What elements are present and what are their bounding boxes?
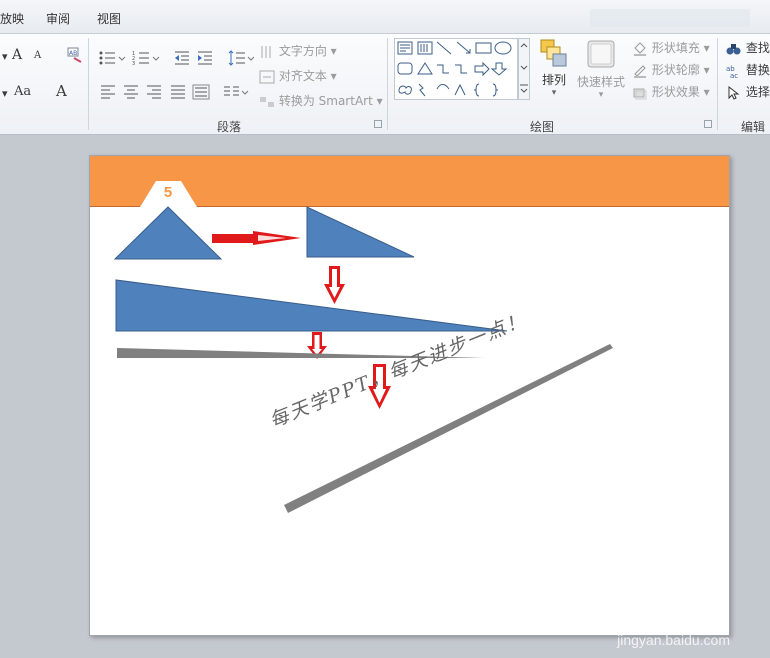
increase-indent-icon[interactable] <box>197 50 213 69</box>
flat-triangle-shape[interactable] <box>115 279 508 332</box>
drawing-dialog-launcher[interactable] <box>704 120 712 128</box>
justify-icon[interactable] <box>170 85 186 102</box>
shapes-gallery-scroll[interactable] <box>518 38 530 100</box>
tab-slideshow[interactable]: 放映 <box>0 10 24 27</box>
select-label: 选择 <box>745 85 770 99</box>
quick-styles-button[interactable]: 快速样式 ▾ <box>573 38 629 100</box>
group-separator <box>88 38 89 130</box>
rotated-gray-bar-shape[interactable] <box>284 344 613 513</box>
find-label: 查找 <box>745 41 770 55</box>
change-case-button[interactable]: Aa <box>14 84 31 99</box>
text-direction-label: 文字方向 <box>278 44 327 58</box>
select-button[interactable]: 选择 <box>726 83 770 100</box>
convert-smartart-label: 转换为 SmartArt <box>278 94 373 108</box>
paragraph-dialog-launcher[interactable] <box>374 120 382 128</box>
drawing-group-label: 绘图 <box>530 120 555 134</box>
shape-fill-label: 形状填充 <box>651 41 700 55</box>
shape-effects-icon <box>633 88 647 99</box>
ribbon: ▾ A A AB ▾ Aa A 123 文字方向 ▾ 对齐文本 ▾ 转换为 Sm… <box>0 34 770 135</box>
align-text-label: 对齐文本 <box>278 69 327 83</box>
cursor-icon <box>728 85 740 100</box>
shape-effects-button[interactable]: 形状效果 ▾ <box>632 83 710 100</box>
svg-text:3: 3 <box>132 61 135 66</box>
title-bar-region <box>590 9 750 27</box>
arrange-button[interactable]: 排列 ▾ <box>537 38 571 98</box>
grow-font-button[interactable]: A <box>12 47 22 63</box>
shapes-gallery[interactable] <box>394 38 518 100</box>
align-left-icon[interactable] <box>100 85 116 102</box>
align-right-icon[interactable] <box>146 85 162 102</box>
down-arrow-icon[interactable] <box>324 266 345 304</box>
group-separator <box>387 38 388 130</box>
paragraph-group-label: 段落 <box>217 120 242 134</box>
svg-text:AB: AB <box>69 50 77 57</box>
replace-icon: abac <box>726 65 738 78</box>
line-spacing-icon[interactable] <box>228 50 255 69</box>
text-direction-button[interactable]: 文字方向 ▾ <box>259 42 337 59</box>
replace-button[interactable]: ab ac 替换 <box>726 61 770 78</box>
bullets-icon[interactable] <box>98 50 126 69</box>
dropdown-arrow-icon[interactable]: ▾ <box>2 87 8 100</box>
arrange-label: 排列 <box>541 73 566 87</box>
arrange-icon <box>540 39 567 67</box>
quick-styles-icon <box>587 40 615 68</box>
paint-bucket-icon <box>634 41 646 56</box>
distributed-icon[interactable] <box>192 84 210 103</box>
convert-smartart-button[interactable]: 转换为 SmartArt ▾ <box>259 92 383 109</box>
svg-text:ac: ac <box>730 72 738 78</box>
columns-icon[interactable] <box>223 85 249 102</box>
isosceles-triangle-shape[interactable] <box>113 206 223 260</box>
font-color-button[interactable]: A <box>56 82 67 100</box>
dropdown-arrow-icon[interactable]: ▾ <box>2 50 8 63</box>
ribbon-tab-bar: 放映 审阅 视图 <box>0 0 770 34</box>
slide-shapes <box>113 181 613 513</box>
right-arrow-icon[interactable] <box>212 231 301 245</box>
binoculars-icon <box>726 43 741 54</box>
slide-canvas[interactable]: 5 每天学PPT，每天进步一点！ <box>89 155 730 636</box>
shape-outline-button[interactable]: 形状轮廓 ▾ <box>632 61 710 78</box>
shape-effects-label: 形状效果 <box>651 85 700 99</box>
find-button[interactable]: 查找 <box>726 39 770 56</box>
decrease-indent-icon[interactable] <box>174 50 190 69</box>
align-center-icon[interactable] <box>123 85 139 102</box>
editing-group-label: 编辑 <box>741 120 766 134</box>
clear-formatting-icon[interactable]: AB <box>66 46 84 64</box>
slide-number: 5 <box>163 184 173 201</box>
replace-label: 替换 <box>745 63 770 77</box>
shape-fill-button[interactable]: 形状填充 ▾ <box>632 39 710 56</box>
tab-view[interactable]: 视图 <box>97 10 121 27</box>
quick-styles-label: 快速样式 <box>576 75 625 89</box>
group-separator <box>717 38 718 130</box>
watermark-logo: Baidu经验 <box>579 595 730 628</box>
align-text-button[interactable]: 对齐文本 ▾ <box>259 67 337 84</box>
pen-icon <box>634 64 646 78</box>
tab-review[interactable]: 审阅 <box>46 10 70 27</box>
watermark-url: jingyan.baidu.com <box>617 632 730 648</box>
right-triangle-shape[interactable] <box>306 206 415 258</box>
shrink-font-button[interactable]: A <box>34 50 41 61</box>
numbering-icon[interactable]: 123 <box>132 50 160 69</box>
shape-outline-label: 形状轮廓 <box>651 63 700 77</box>
